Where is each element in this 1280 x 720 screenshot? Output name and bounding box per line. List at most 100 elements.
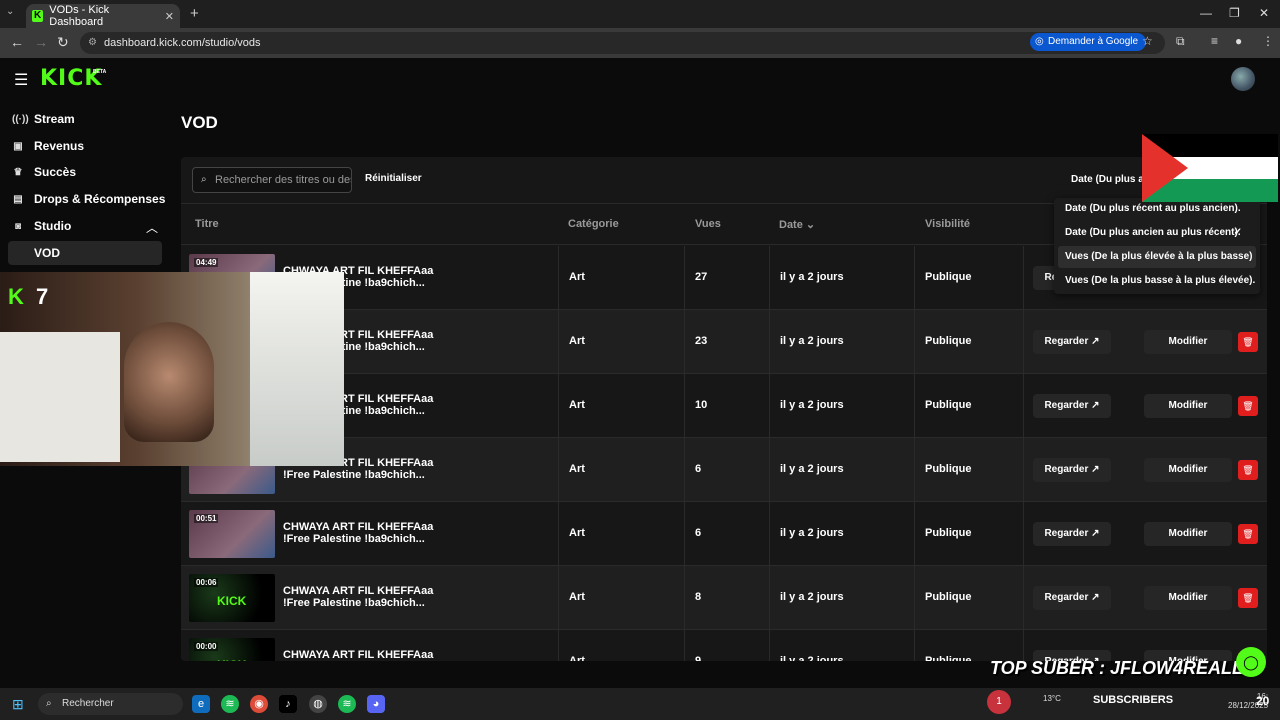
column-divider bbox=[684, 438, 685, 502]
vod-title-line2: !Free Palestine !ba9chich... bbox=[283, 469, 425, 481]
watch-button[interactable]: Regarder ↗ bbox=[1033, 458, 1111, 482]
new-tab-icon[interactable]: + bbox=[190, 5, 199, 22]
column-divider bbox=[558, 374, 559, 438]
column-divider bbox=[914, 246, 915, 310]
column-divider bbox=[684, 630, 685, 661]
window-close-icon[interactable]: ✕ bbox=[1259, 6, 1269, 20]
table-row: 00:51 CHWAYA ART FIL KHEFFAaa !Free Pale… bbox=[181, 502, 1267, 566]
profile-icon[interactable]: ● bbox=[1235, 34, 1242, 48]
reset-button[interactable]: Réinitialiser bbox=[365, 173, 422, 184]
vod-visibility: Publique bbox=[925, 655, 972, 661]
reading-list-icon[interactable]: ≡ bbox=[1211, 34, 1218, 48]
column-divider bbox=[769, 566, 770, 630]
delete-button[interactable]: 🗑 bbox=[1238, 524, 1258, 544]
chrome-icon[interactable]: ◉ bbox=[250, 695, 268, 713]
spotify-icon[interactable]: ≋ bbox=[221, 695, 239, 713]
watch-button[interactable]: Regarder ↗ bbox=[1033, 586, 1111, 610]
chat-button[interactable]: ◯ bbox=[1236, 647, 1266, 677]
vod-category: Art bbox=[569, 335, 585, 347]
browser-menu-icon[interactable]: ⋮ bbox=[1262, 34, 1274, 48]
column-divider bbox=[769, 438, 770, 502]
delete-button[interactable]: 🗑 bbox=[1238, 460, 1258, 480]
menu-icon[interactable]: ☰ bbox=[14, 70, 28, 90]
taskbar-search[interactable]: ⌕ Rechercher bbox=[38, 693, 183, 715]
watch-button[interactable]: Regarder ↗ bbox=[1033, 330, 1111, 354]
vod-title[interactable]: CHWAYA ART FIL KHEFFAaa bbox=[283, 649, 473, 661]
discord-icon[interactable]: ◕ bbox=[367, 695, 385, 713]
sidebar-item-label: Revenus bbox=[34, 139, 85, 153]
delete-button[interactable]: 🗑 bbox=[1238, 332, 1258, 352]
kick-viewer-icon: K bbox=[8, 284, 24, 309]
url-field[interactable]: ⚙ dashboard.kick.com/studio/vods bbox=[80, 32, 1165, 54]
vod-title-line2: !Free Palestine !ba9chich... bbox=[283, 597, 425, 609]
sidebar-item-succes[interactable]: ♛ Succès bbox=[12, 161, 77, 183]
column-divider bbox=[558, 310, 559, 374]
trash-icon: 🗑 bbox=[1242, 401, 1254, 411]
chevron-up-icon[interactable]: ︿ bbox=[146, 219, 158, 236]
close-tab-icon[interactable]: ✕ bbox=[165, 10, 174, 23]
kick-logo-thumbnail: KICK bbox=[217, 594, 247, 608]
subscribers-label: SUBSCRIBERS bbox=[1093, 694, 1174, 706]
site-info-icon[interactable]: ⚙ bbox=[88, 32, 97, 54]
lens-icon: ◎ bbox=[1035, 36, 1044, 47]
bookmark-star-icon[interactable]: ☆ bbox=[1142, 34, 1153, 48]
sort-option-date-asc[interactable]: Date (Du plus ancien au plus récent). ✓ bbox=[1058, 222, 1256, 244]
tab-title: VODs - Kick Dashboard bbox=[49, 4, 110, 28]
edit-button[interactable]: Modifier bbox=[1144, 586, 1232, 610]
minimize-icon[interactable]: — bbox=[1200, 6, 1212, 20]
sort-option-views-desc[interactable]: Vues (De la plus élevée à la plus basse) bbox=[1058, 246, 1256, 268]
extensions-icon[interactable]: ⧉ bbox=[1176, 34, 1185, 49]
delete-button[interactable]: 🗑 bbox=[1238, 396, 1258, 416]
header-date[interactable]: Date ⌄ bbox=[779, 218, 815, 231]
delete-button[interactable]: 🗑 bbox=[1238, 588, 1258, 608]
webcam-window bbox=[250, 272, 344, 466]
sidebar-item-vod[interactable]: VOD bbox=[8, 241, 162, 265]
obs-icon[interactable]: ◍ bbox=[309, 695, 327, 713]
vod-thumbnail[interactable]: 00:00 KICK bbox=[189, 638, 275, 661]
weather-widget[interactable]: 13°C bbox=[1043, 694, 1061, 703]
tab-list-icon[interactable]: ⌄ bbox=[6, 6, 14, 17]
sidebar-item-studio[interactable]: ◙ Studio bbox=[12, 215, 71, 237]
edit-button[interactable]: Modifier bbox=[1144, 522, 1232, 546]
back-icon[interactable]: ← bbox=[10, 34, 24, 50]
trophy-icon: ♛ bbox=[13, 166, 23, 178]
tiktok-icon[interactable]: ♪ bbox=[279, 695, 297, 713]
sidebar-item-drops[interactable]: ▤ Drops & Récompenses bbox=[12, 188, 165, 210]
studio-icon: ◙ bbox=[14, 220, 22, 232]
vod-title[interactable]: CHWAYA ART FIL KHEFFAaa !Free Palestine … bbox=[283, 521, 473, 545]
revenue-icon: ▣ bbox=[13, 140, 23, 152]
column-divider bbox=[684, 566, 685, 630]
reload-icon[interactable]: ↻ bbox=[57, 34, 69, 51]
avatar[interactable] bbox=[1231, 67, 1255, 91]
edit-button[interactable]: Modifier bbox=[1144, 330, 1232, 354]
forward-icon[interactable]: → bbox=[34, 34, 48, 50]
external-link-icon: ↗ bbox=[1091, 592, 1100, 603]
sidebar-item-label: Stream bbox=[34, 112, 75, 126]
column-divider bbox=[684, 502, 685, 566]
ask-google-button[interactable]: ◎ Demander à Google bbox=[1030, 33, 1147, 51]
vod-category: Art bbox=[569, 527, 585, 539]
vod-duration: 00:00 bbox=[194, 642, 219, 651]
watch-button[interactable]: Regarder ↗ bbox=[1033, 522, 1111, 546]
edge-icon[interactable]: e bbox=[192, 695, 210, 713]
watch-button[interactable]: Regarder ↗ bbox=[1033, 394, 1111, 418]
column-divider bbox=[1023, 438, 1024, 502]
restore-icon[interactable]: ❐ bbox=[1229, 6, 1240, 20]
vod-visibility: Publique bbox=[925, 527, 972, 539]
spotify-2-icon[interactable]: ≋ bbox=[338, 695, 356, 713]
edit-button[interactable]: Modifier bbox=[1144, 458, 1232, 482]
browser-tab[interactable]: K VODs - Kick Dashboard ✕ bbox=[26, 4, 180, 28]
broadcast-icon: ((·)) bbox=[12, 113, 29, 125]
sidebar-item-stream[interactable]: ((·)) Stream bbox=[12, 108, 75, 130]
vod-thumbnail[interactable]: 00:06 KICK bbox=[189, 574, 275, 622]
edit-button[interactable]: Modifier bbox=[1144, 394, 1232, 418]
windows-start-icon[interactable]: ⊞ bbox=[12, 696, 24, 713]
search-input[interactable]: ⌕ Rechercher des titres ou des bbox=[192, 167, 352, 193]
vod-thumbnail[interactable]: 00:51 bbox=[189, 510, 275, 558]
header-date-label: Date bbox=[779, 219, 803, 231]
notification-badge[interactable]: 1 bbox=[987, 690, 1011, 714]
sort-option-views-asc[interactable]: Vues (De la plus basse à la plus élevée)… bbox=[1058, 270, 1256, 292]
vod-title[interactable]: CHWAYA ART FIL KHEFFAaa !Free Palestine … bbox=[283, 585, 473, 609]
column-divider bbox=[769, 630, 770, 661]
sidebar-item-revenus[interactable]: ▣ Revenus bbox=[12, 135, 84, 157]
